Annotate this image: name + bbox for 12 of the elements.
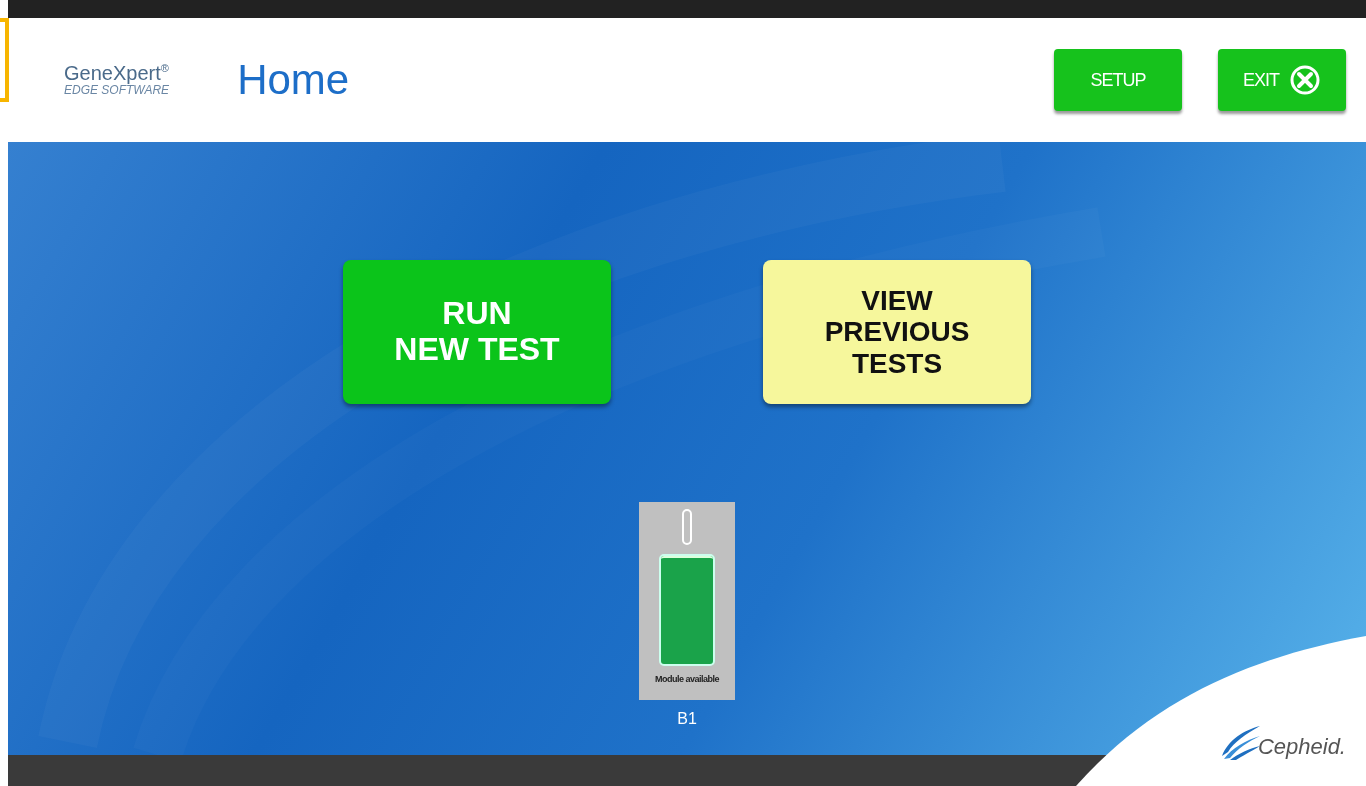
view-tests-button[interactable]: VIEW PREVIOUS TESTS (763, 260, 1031, 404)
slot-icon (681, 508, 693, 546)
module-status: Module available (655, 674, 719, 684)
exit-button[interactable]: EXIT (1218, 49, 1346, 111)
company-logo-text: Cepheid. (1257, 734, 1346, 760)
module-name: B1 (677, 710, 697, 728)
setup-button[interactable]: SETUP (1054, 49, 1182, 111)
close-icon (1289, 64, 1321, 96)
page-title: Home (237, 56, 350, 104)
module-card[interactable]: Module available (639, 502, 735, 700)
run-test-button[interactable]: RUN NEW TEST (343, 260, 611, 404)
brand-subtitle: EDGE SOFTWARE (64, 83, 170, 97)
